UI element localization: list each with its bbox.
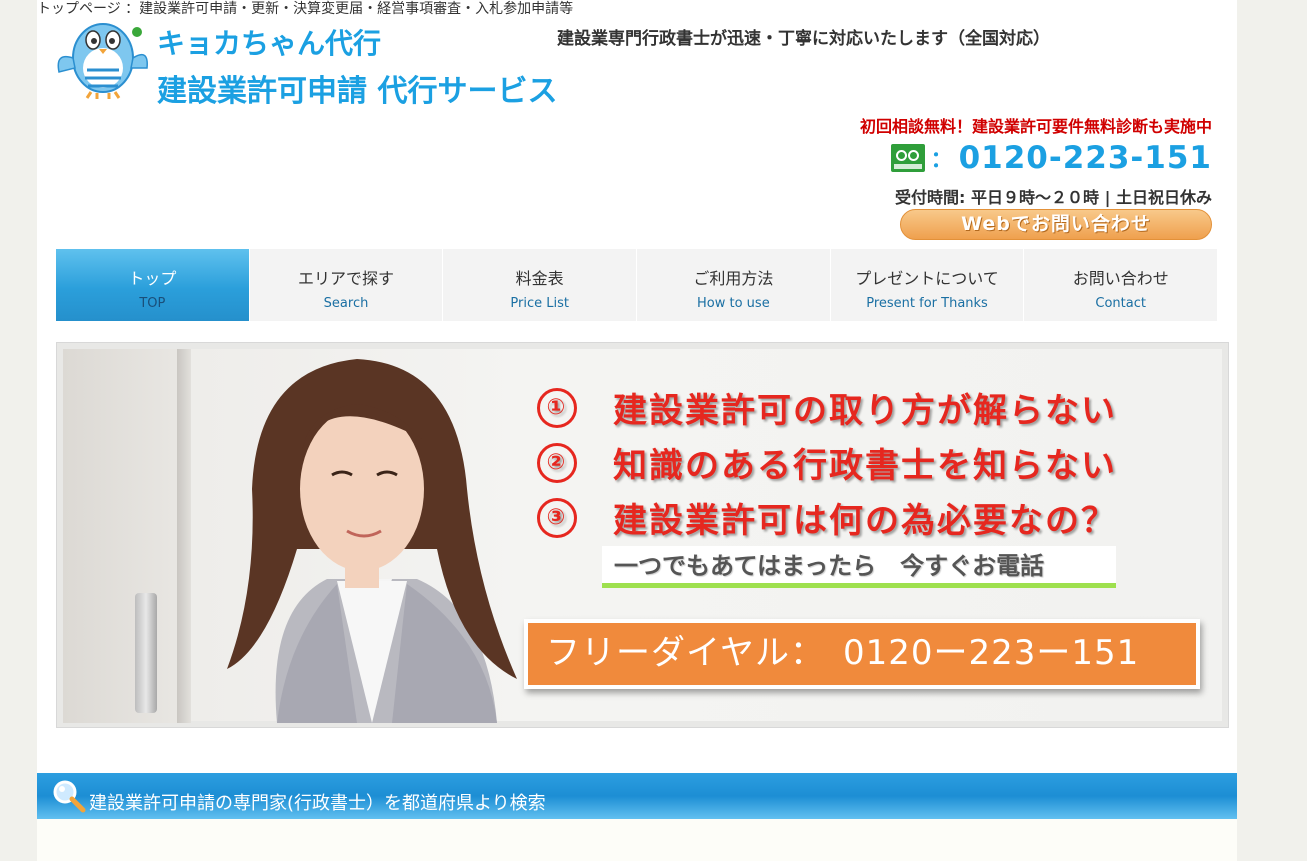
- header: トップページ ：建設業許可申請・更新・決算変更届・経営事項審査・入札参加申請等 …: [37, 0, 1237, 246]
- nav-label: エリアで探す: [298, 269, 395, 288]
- brand-name[interactable]: キョカちゃん代行: [157, 22, 381, 62]
- page: トップページ ：建設業許可申請・更新・決算変更届・経営事項審査・入札参加申請等 …: [37, 0, 1237, 861]
- nav-sublabel: How to use: [697, 296, 770, 311]
- prefecture-search-header: 建設業許可申請の専門家(行政書士）を都道府県より検索: [37, 773, 1237, 819]
- problem-points: ① 建設業許可の取り方が解らない ② 知識のある行政書士を知らない ③ 建設業許…: [537, 383, 1117, 548]
- nav-sublabel: Price List: [510, 296, 569, 311]
- hero-banner[interactable]: ① 建設業許可の取り方が解らない ② 知識のある行政書士を知らない ③ 建設業許…: [56, 342, 1229, 728]
- call-now-callout: 一つでもあてはまったら 今すぐお電話: [602, 546, 1116, 588]
- nav-sublabel: Contact: [1095, 296, 1146, 311]
- section-title: 建設業許可申請の専門家(行政書士）を都道府県より検索: [89, 793, 546, 814]
- promo-text: 初回相談無料！建設業許可要件無料診断も実施中: [859, 117, 1212, 136]
- phone-contact: ： 0120-223-151: [890, 140, 1212, 176]
- nav-label: お問い合わせ: [1072, 269, 1169, 288]
- point-number: ②: [537, 442, 577, 483]
- nav-label: ご利用方法: [693, 269, 774, 288]
- nav-item-present[interactable]: プレゼントについて Present for Thanks: [831, 249, 1025, 321]
- point-text: 建設業許可は何の為必要なの？: [613, 501, 1117, 541]
- point-text: 知識のある行政書士を知らない: [613, 446, 1117, 486]
- woman-photo: [227, 359, 517, 723]
- phone-number[interactable]: 0120-223-151: [959, 140, 1212, 176]
- brand-service-title[interactable]: 建設業許可申請 代行サービス: [157, 66, 557, 110]
- nav-sublabel: Search: [323, 296, 369, 311]
- header-tagline: 建設業専門行政書士が迅速・丁寧に対応いたします（全国対応）: [557, 29, 1050, 49]
- point-number: ①: [537, 387, 577, 428]
- nav-item-top[interactable]: トップ TOP: [56, 249, 250, 321]
- main-nav: トップ TOP エリアで探す Search 料金表 Price List ご利用…: [56, 249, 1219, 321]
- nav-sublabel: TOP: [139, 296, 166, 311]
- problem-point: ② 知識のある行政書士を知らない: [537, 438, 1117, 487]
- freedial-banner[interactable]: フリーダイヤル： 0120ー223ー151: [524, 619, 1200, 689]
- nav-item-price-list[interactable]: 料金表 Price List: [443, 249, 638, 321]
- door-handle: [135, 593, 157, 713]
- nav-label: トップ: [128, 269, 177, 288]
- nav-item-how-to-use[interactable]: ご利用方法 How to use: [637, 249, 831, 321]
- bird-mascot-icon[interactable]: [51, 18, 151, 100]
- point-number: ③: [537, 497, 577, 538]
- point-text: 建設業許可の取り方が解らない: [613, 391, 1117, 431]
- business-hours: 受付時間: 平日９時～２０時 | 土日祝日休み: [895, 188, 1212, 207]
- nav-sublabel: Present for Thanks: [866, 296, 988, 311]
- freedial-icon: [890, 144, 925, 172]
- breadcrumb: トップページ ：建設業許可申請・更新・決算変更届・経営事項審査・入札参加申請等: [37, 1, 574, 17]
- problem-point: ① 建設業許可の取り方が解らない: [537, 383, 1117, 432]
- nav-label: 料金表: [515, 269, 564, 288]
- problem-point: ③ 建設業許可は何の為必要なの？: [537, 493, 1117, 542]
- nav-item-search[interactable]: エリアで探す Search: [250, 249, 444, 321]
- magnifier-icon: [53, 780, 86, 813]
- web-contact-button[interactable]: Webでお問い合わせ: [900, 209, 1212, 240]
- nav-label: プレゼントについて: [855, 269, 999, 288]
- phone-colon: ：: [930, 148, 953, 173]
- nav-item-contact[interactable]: お問い合わせ Contact: [1024, 249, 1219, 321]
- content-area: [37, 819, 1237, 861]
